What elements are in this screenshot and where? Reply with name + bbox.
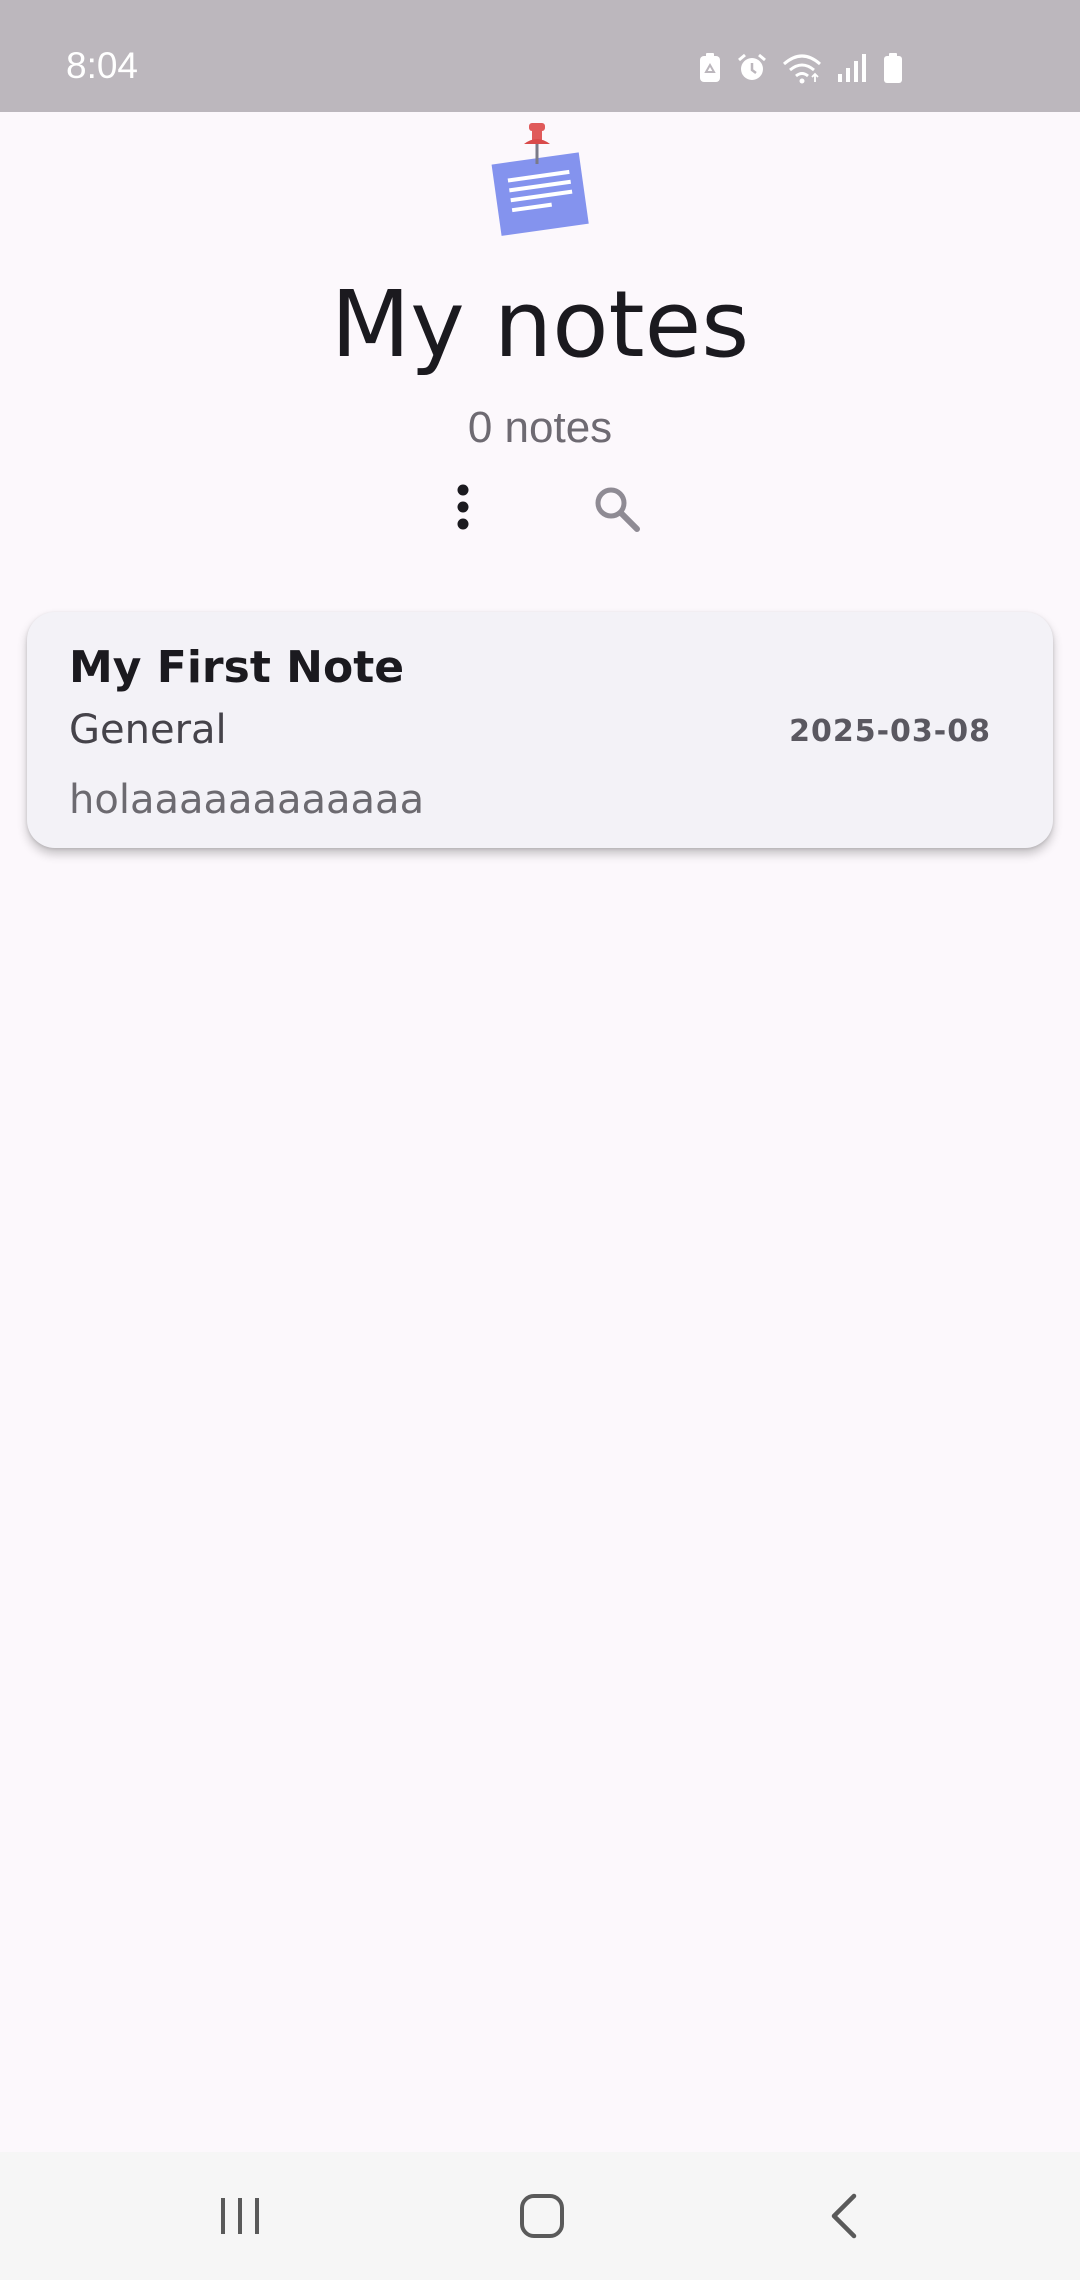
search-icon (595, 487, 640, 532)
status-bar: 8:04 (0, 0, 1080, 112)
search-button[interactable] (584, 476, 650, 542)
notes-screen: 8:04 My notes 0 notes My First Note Gene… (0, 0, 1080, 2280)
note-category: General (69, 707, 227, 753)
home-button[interactable] (462, 2152, 622, 2280)
alarm-icon (736, 52, 768, 84)
home-icon (520, 2194, 564, 2238)
page-title: My notes (330, 271, 750, 378)
more-options-button[interactable] (438, 472, 488, 542)
recents-icon (221, 2198, 259, 2234)
status-icons (698, 50, 904, 86)
status-time: 8:04 (66, 45, 139, 86)
note-title: My First Note (69, 642, 405, 693)
signal-icon (836, 52, 868, 84)
battery-saver-icon (698, 52, 722, 84)
system-nav-bar (0, 2152, 1080, 2280)
more-vert-icon (457, 484, 469, 530)
note-card[interactable]: My First Note General 2025-03-08 holaaaa… (27, 612, 1053, 848)
battery-icon (882, 52, 904, 84)
wifi-icon (782, 52, 822, 84)
note-body-preview: holaaaaaaaaaaaa (69, 777, 425, 823)
back-icon (831, 2193, 857, 2239)
recents-button[interactable] (160, 2152, 320, 2280)
back-button[interactable] (764, 2152, 924, 2280)
notes-count: 0 notes (467, 403, 613, 452)
pinned-note-icon (486, 118, 596, 248)
note-date: 2025-03-08 (789, 714, 991, 749)
